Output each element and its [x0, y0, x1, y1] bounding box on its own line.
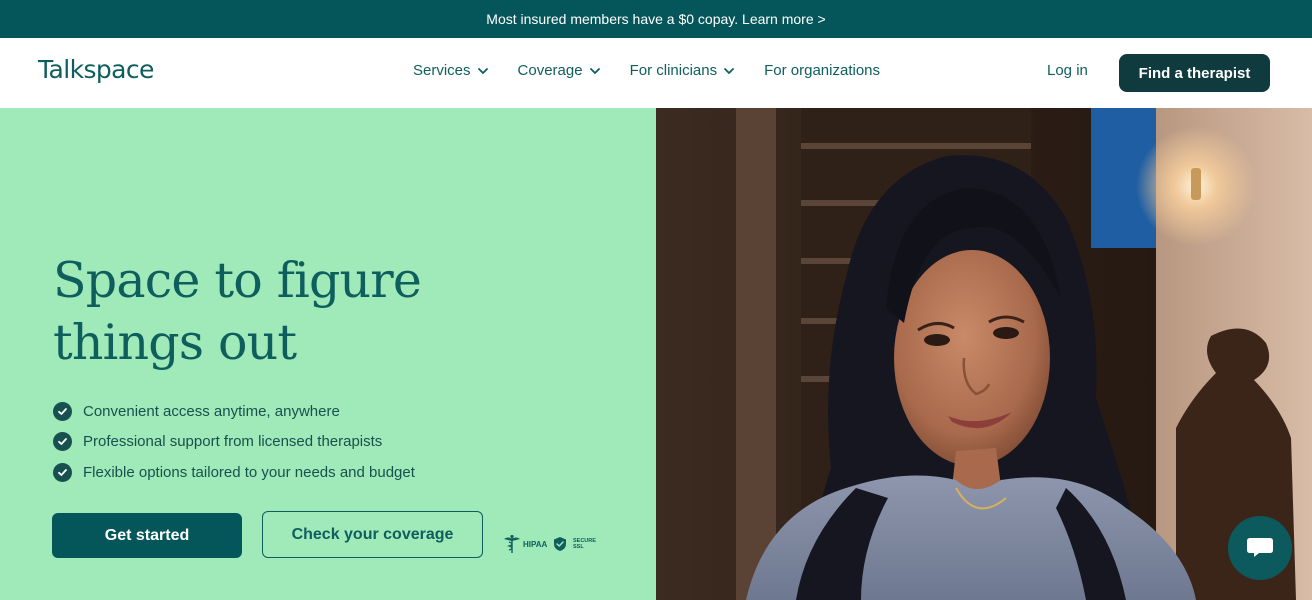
- hero-photo: [656, 108, 1312, 600]
- menu-item-label: For clinicians: [629, 62, 718, 79]
- feature-text: Convenient access anytime, anywhere: [83, 402, 340, 420]
- caduceus-icon: [504, 534, 520, 553]
- hero-content-panel: Space to figure things out Convenient ac…: [0, 108, 656, 600]
- hero-headline: Space to figure things out: [53, 250, 473, 374]
- feature-list: Convenient access anytime, anywhere Prof…: [53, 396, 415, 488]
- login-link[interactable]: Log in: [1047, 62, 1088, 79]
- shield-check-icon: [554, 537, 566, 551]
- chat-bubble-icon: [1247, 538, 1273, 557]
- menu-item-for-organizations[interactable]: For organizations: [764, 62, 880, 79]
- main-menu: Services Coverage For clinicians For org…: [413, 62, 908, 79]
- hero-headline-line-1: Space to figure: [53, 252, 422, 309]
- menu-item-label: Coverage: [517, 62, 583, 79]
- menu-item-coverage[interactable]: Coverage: [518, 62, 602, 79]
- feature-text: Flexible options tailored to your needs …: [83, 463, 415, 481]
- chevron-down-icon: [589, 67, 600, 74]
- get-started-button[interactable]: Get started: [52, 513, 242, 558]
- chat-button[interactable]: [1228, 516, 1292, 580]
- promo-banner: Most insured members have a $0 copay. Le…: [0, 0, 1312, 38]
- hipaa-badge: HIPAA: [503, 534, 547, 554]
- secure-ssl-badge: SECURE SSL: [553, 536, 596, 552]
- menu-item-services[interactable]: Services: [413, 62, 490, 79]
- list-item: Professional support from licensed thera…: [53, 427, 415, 458]
- hero-headline-line-2: things out: [53, 314, 297, 371]
- feature-text: Professional support from licensed thera…: [83, 433, 383, 451]
- hero-section: Space to figure things out Convenient ac…: [0, 108, 1312, 600]
- menu-item-label: For organizations: [764, 62, 881, 79]
- list-item: Flexible options tailored to your needs …: [53, 457, 415, 488]
- hipaa-label: HIPAA: [523, 539, 548, 549]
- menu-item-for-clinicians[interactable]: For clinicians: [630, 62, 737, 79]
- chevron-down-icon: [477, 67, 488, 74]
- ssl-label: SECURE SSL: [573, 538, 596, 550]
- list-item: Convenient access anytime, anywhere: [53, 396, 415, 427]
- checkmark-icon: [53, 432, 72, 452]
- chevron-down-icon: [724, 67, 735, 74]
- checkmark-icon: [53, 462, 72, 482]
- find-therapist-button[interactable]: Find a therapist: [1119, 54, 1270, 92]
- check-coverage-button[interactable]: Check your coverage: [262, 511, 483, 558]
- checkmark-icon: [53, 401, 72, 421]
- talkspace-logo[interactable]: Talkspace: [38, 55, 154, 84]
- promo-banner-link[interactable]: Most insured members have a $0 copay. Le…: [486, 11, 825, 27]
- top-navigation: Talkspace Services Coverage For clinicia…: [0, 38, 1312, 108]
- menu-item-label: Services: [413, 62, 471, 79]
- smiling-woman-photo: [656, 108, 1312, 600]
